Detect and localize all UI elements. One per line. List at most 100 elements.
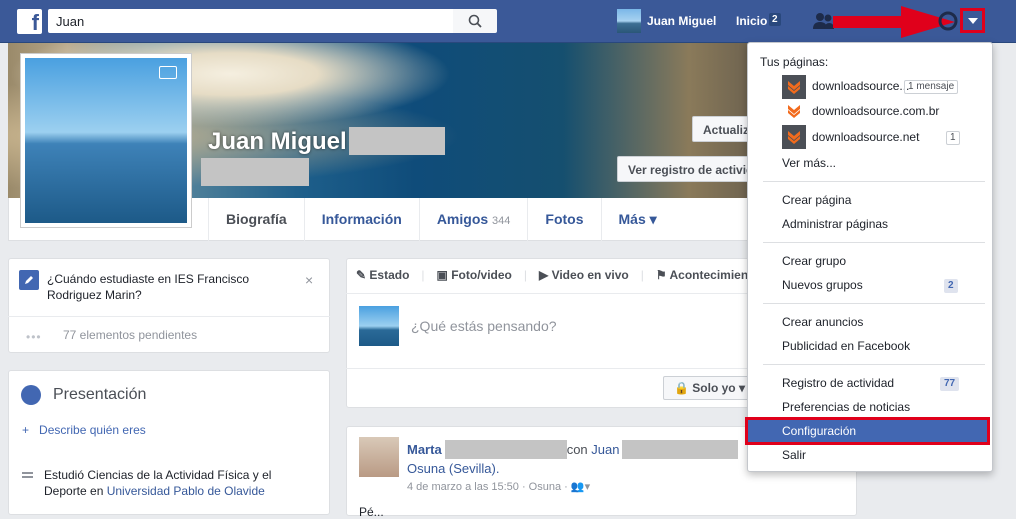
composer-tab-label: Estado — [369, 268, 410, 282]
post-header: Marta con Juan Osuna (Sevilla). — [407, 440, 797, 478]
pending-items-link[interactable]: 77 elementos pendientes — [63, 328, 197, 342]
privacy-selector[interactable]: 🔒 Solo yo ▾ — [663, 376, 757, 400]
create-group-item[interactable]: Crear grupo — [782, 254, 846, 268]
plus-icon: + — [22, 423, 30, 437]
page-item-downloadsource-br[interactable]: downloadsource.com.br — [812, 104, 939, 118]
composer-tab-photo[interactable]: ▣ Foto/video — [437, 268, 512, 282]
location-link[interactable]: Osuna (Sevilla). — [407, 461, 499, 476]
composer-avatar — [359, 306, 399, 346]
tab-label: Amigos — [436, 211, 489, 227]
facebook-logo[interactable]: f — [17, 9, 42, 34]
with-text: con — [566, 442, 588, 457]
advertising-item[interactable]: Publicidad en Facebook — [782, 339, 910, 353]
page-item-downloadsource-net[interactable]: downloadsource.net — [812, 130, 919, 144]
home-count-badge: 2 — [769, 13, 781, 26]
education-icon — [22, 470, 33, 480]
downloadsource-page-icon — [782, 75, 806, 99]
create-page-item[interactable]: Crear página — [782, 193, 851, 207]
describe-yourself-link[interactable]: + Describe quién eres — [22, 423, 146, 437]
tab-informacion[interactable]: Información — [303, 198, 419, 241]
settings-label: Configuración — [782, 424, 857, 438]
menu-separator — [763, 303, 985, 304]
news-feed-preferences-item[interactable]: Preferencias de noticias — [782, 400, 910, 414]
more-dots-icon: ••• — [26, 330, 42, 344]
user-name-link[interactable]: Juan Miguel — [647, 14, 716, 28]
menu-separator — [763, 242, 985, 243]
post-author-link[interactable]: Marta — [407, 442, 442, 457]
user-avatar[interactable] — [617, 9, 641, 33]
create-ads-item[interactable]: Crear anuncios — [782, 315, 863, 329]
messages-badge: 1 mensaje — [904, 80, 959, 94]
downloadsource-br-page-icon — [782, 99, 806, 123]
divider — [346, 368, 757, 369]
page-item-downloadsource[interactable]: downloadsource... — [812, 79, 909, 93]
new-groups-item[interactable]: Nuevos grupos — [782, 278, 863, 292]
composer-tab-label: Acontecimiento — [669, 268, 760, 282]
tab-biografia[interactable]: Biografía — [208, 198, 304, 241]
see-more-link[interactable]: Ver más... — [782, 156, 836, 170]
globe-icon — [21, 385, 41, 405]
composer-tab-estado[interactable]: ✎ Estado — [356, 268, 409, 282]
composer-tab-live[interactable]: ▶ Video en vivo — [539, 268, 629, 282]
close-icon[interactable]: × — [305, 272, 313, 288]
composer-tab-event[interactable]: ⚑ Acontecimiento — [656, 268, 760, 282]
activity-log-button[interactable]: Ver registro de actividad — [617, 156, 752, 182]
caret-down-icon — [967, 17, 978, 24]
university-link[interactable]: Universidad Pablo de Olavide — [107, 484, 265, 498]
redacted-tagged-surname — [622, 440, 739, 459]
privacy-label: Solo yo ▾ — [692, 381, 745, 395]
composer-tabs: ✎ Estado | ▣ Foto/video | ▶ Video en viv… — [356, 268, 760, 282]
status-input[interactable]: ¿Qué estás pensando? — [411, 318, 557, 334]
tagged-user-link[interactable]: Juan — [591, 442, 619, 457]
search-input[interactable] — [48, 9, 453, 33]
manage-pages-item[interactable]: Administrar páginas — [782, 217, 888, 231]
describe-label: Describe quién eres — [39, 423, 146, 437]
education-prompt-text[interactable]: ¿Cuándo estudiaste en IES Francisco Rodr… — [47, 271, 287, 303]
profile-tabs: Biografía Información Amigos 344 Fotos M… — [208, 198, 674, 241]
intro-title: Presentación — [53, 386, 147, 403]
tab-label: Fotos — [545, 211, 584, 227]
separator: | — [523, 268, 527, 282]
redacted-surname — [349, 127, 445, 155]
update-info-button[interactable]: Actualizar información — [692, 116, 752, 142]
tab-fotos[interactable]: Fotos — [527, 198, 600, 241]
tab-mas[interactable]: Más ▾ — [600, 198, 674, 241]
tab-amigos[interactable]: Amigos 344 — [418, 198, 528, 241]
red-arrow-annotation — [833, 6, 955, 41]
logout-item[interactable]: Salir — [782, 448, 806, 462]
post-timestamp[interactable]: 4 de marzo a las 15:50 · Osuna · — [407, 481, 568, 493]
new-groups-badge: 2 — [944, 279, 958, 293]
your-pages-heading: Tus páginas: — [760, 55, 829, 69]
composer-tab-label: Foto/video — [451, 268, 512, 282]
notifications-icon[interactable] — [938, 11, 958, 34]
audience-icon[interactable]: 👥▾ — [571, 481, 590, 493]
profile-picture-image — [25, 58, 187, 223]
video-icon — [159, 66, 177, 79]
pencil-icon — [19, 270, 39, 290]
redacted-author-surname — [444, 440, 567, 459]
friend-requests-icon[interactable] — [813, 12, 835, 33]
divider — [346, 293, 757, 294]
separator: | — [640, 268, 644, 282]
tab-label: Más ▾ — [618, 211, 657, 227]
tab-label: Biografía — [226, 211, 287, 227]
post-author-avatar[interactable] — [359, 437, 399, 477]
education-text: Estudió Ciencias de la Actividad Física … — [44, 467, 294, 499]
tab-label: Información — [321, 211, 402, 227]
account-menu-button[interactable] — [960, 8, 985, 33]
redacted-subtitle — [201, 158, 309, 186]
search-button[interactable] — [453, 9, 497, 33]
separator: | — [421, 268, 425, 282]
composer-tab-label: Video en vivo — [551, 268, 629, 282]
post-meta: 4 de marzo a las 15:50 · Osuna · 👥▾ — [407, 480, 590, 493]
notification-badge: 1 — [946, 131, 960, 145]
menu-separator — [763, 181, 985, 182]
friends-count: 344 — [492, 215, 511, 227]
activity-log-item[interactable]: Registro de actividad — [782, 376, 894, 390]
activity-count-badge: 77 — [940, 377, 960, 391]
home-link[interactable]: Inicio — [736, 14, 767, 28]
lock-icon: 🔒 — [674, 381, 689, 395]
profile-picture[interactable] — [20, 53, 192, 228]
profile-name[interactable]: Juan Miguel — [208, 128, 347, 156]
downloadsource-net-page-icon — [782, 125, 806, 149]
